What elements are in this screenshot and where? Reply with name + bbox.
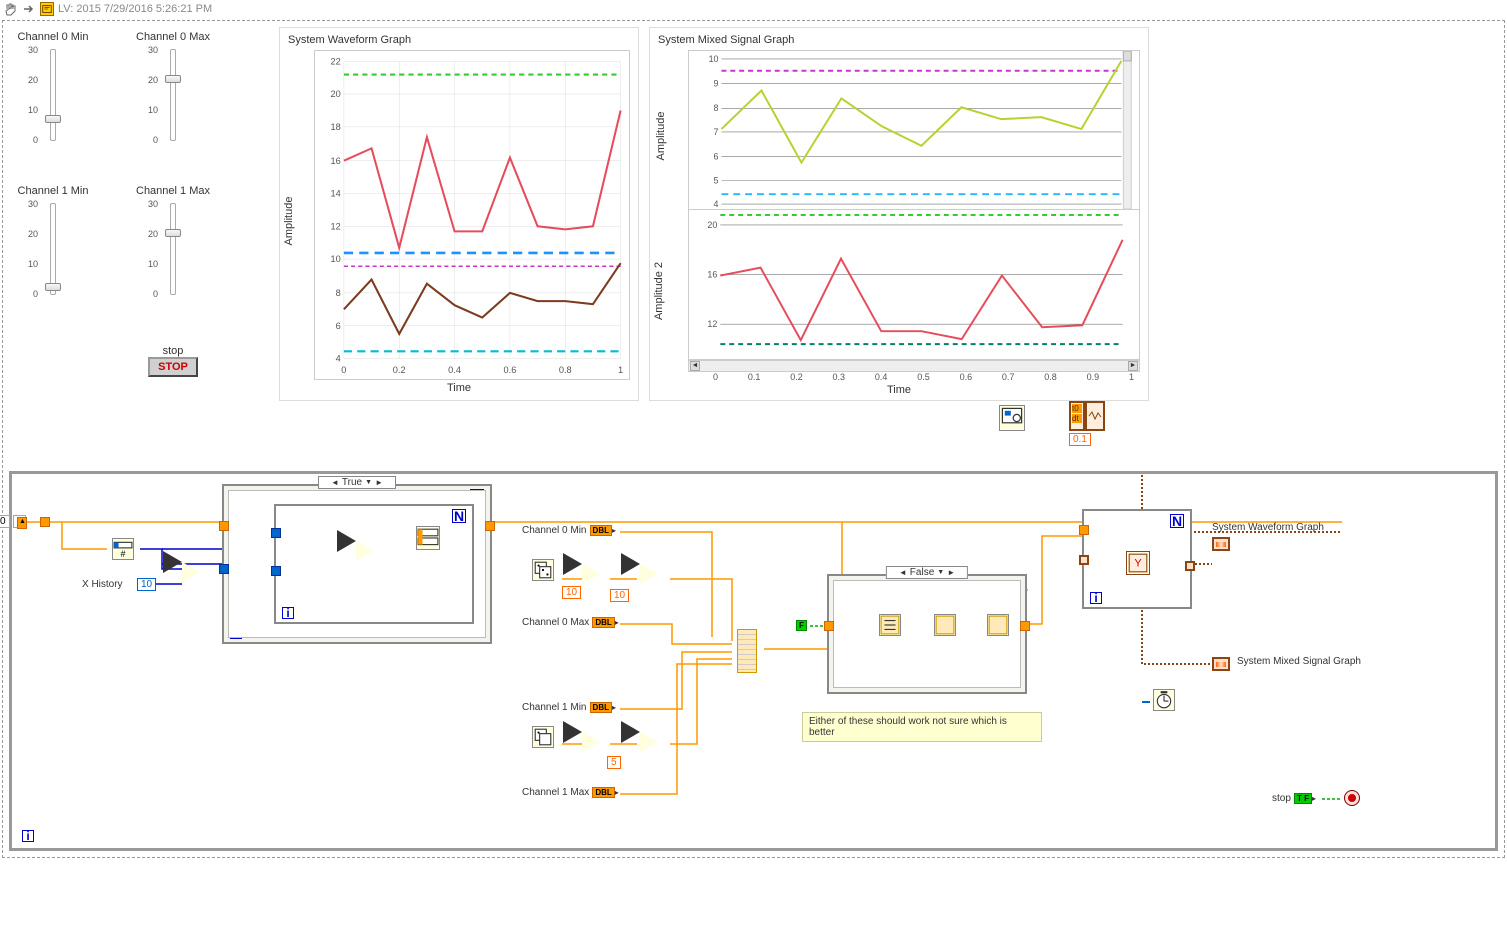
sliders-grid: Channel 0 Min 3020100 Channel 0 Max 3020… (9, 27, 269, 401)
window-title: LV: 2015 7/29/2016 5:26:21 PM (58, 3, 212, 15)
case-structure-false: ◄False▼► (827, 574, 1027, 694)
stop-button[interactable]: STOP (148, 357, 198, 377)
svg-text:16: 16 (707, 270, 717, 280)
ch0-min-terminal: Channel 0 Min DBL▸ (522, 524, 616, 536)
svg-text:8: 8 (714, 103, 719, 113)
false-constant[interactable]: F (796, 619, 807, 631)
svg-text:0.8: 0.8 (559, 365, 572, 375)
svg-text:16: 16 (331, 156, 341, 166)
dice-icon-0 (532, 559, 554, 581)
case-selector-false[interactable]: ◄False▼► (886, 566, 968, 579)
build-waveform-inner: Y (1126, 551, 1150, 575)
svg-text:5: 5 (714, 175, 719, 185)
wait-ms-node (1142, 689, 1175, 711)
svg-text:22: 22 (331, 56, 341, 66)
case-structure-true: ◄True▼► N i Ni (222, 484, 492, 644)
main-while-loop: Channel 0 Min 3020100 Channel 0 Max 3020… (2, 20, 1505, 858)
const-5[interactable]: 5 (607, 756, 621, 769)
ch1-max-terminal: Channel 1 Max DBL▸ (522, 786, 619, 798)
bundle-node-b (987, 614, 1009, 636)
mixed-bot-chart-svg: 20 16 12 (689, 210, 1139, 359)
title-bar: LV: 2015 7/29/2016 5:26:21 PM (0, 0, 1507, 18)
ch1-min-terminal: Channel 1 Min DBL▸ (522, 701, 616, 713)
inner-for-loop: Ni (274, 504, 474, 624)
svg-text:18: 18 (331, 122, 341, 132)
loop-condition-icon (1344, 790, 1360, 806)
array-size-node: # (112, 538, 134, 560)
svg-text:0: 0 (341, 365, 346, 375)
svg-text:0.2: 0.2 (393, 365, 406, 375)
bundle-node (737, 629, 757, 673)
build-waveform-node: t0 dt 0.1 (1069, 401, 1105, 446)
svg-text:1: 1 (618, 365, 623, 375)
svg-text:20: 20 (707, 220, 717, 230)
svg-text:Y: Y (1134, 557, 1142, 569)
while-loop-i-icon: i (22, 830, 34, 842)
svg-text:8: 8 (336, 288, 341, 298)
slider-ch0-min[interactable]: Channel 0 Min 3020100 (13, 31, 93, 165)
mixed-graph-terminal (1212, 657, 1230, 671)
mixed-top-chart-svg: 10 9 8 7 6 5 4 (689, 51, 1139, 209)
waveform-graph-label: System Waveform Graph (1212, 522, 1324, 533)
tick-count-node (999, 405, 1025, 431)
for-loop-right: Ni Y (1082, 509, 1192, 609)
unbundle-node-a (879, 614, 901, 636)
highlight-icon[interactable] (40, 2, 54, 16)
index-array-node (356, 541, 374, 561)
svg-text:4: 4 (714, 199, 719, 209)
case-selector-true[interactable]: ◄True▼► (318, 476, 396, 489)
hand-tool-icon[interactable] (4, 2, 18, 16)
waveform-graph: System Waveform Graph Amplitude 222018 (279, 27, 639, 401)
comment-label: Either of these should work not sure whi… (802, 712, 1042, 742)
waveform-chart-svg: 22 20 18 16 14 12 10 8 6 4 0 0.2 0.4 0.6 0.8 1 (315, 51, 629, 379)
slider-ch1-max[interactable]: Channel 1 Max 3020100 (133, 185, 213, 319)
x-history-const[interactable]: 10 (137, 578, 156, 591)
shift-register-right (17, 517, 27, 529)
svg-text:12: 12 (707, 319, 717, 329)
svg-text:10: 10 (331, 254, 341, 264)
svg-text:14: 14 (331, 189, 341, 199)
build-array-node (416, 526, 440, 550)
add-node-0: + (640, 564, 658, 584)
dice-icon-1 (532, 726, 554, 748)
init-const-0a: 0 (0, 515, 10, 528)
ch0-max-terminal: Channel 0 Max DBL▸ (522, 616, 619, 628)
slider-ch0-max[interactable]: Channel 0 Max 3020100 (133, 31, 213, 165)
block-diagram: 0 0 # X History 10 > ◄True▼► N i Ni (9, 471, 1498, 851)
mixed-graph-label: System Mixed Signal Graph (1237, 656, 1361, 667)
svg-text:#: # (121, 549, 126, 559)
multiply-node-1: × (582, 732, 600, 752)
svg-text:9: 9 (714, 79, 719, 89)
stop-terminal: stop T F▸ (1272, 792, 1316, 804)
const-10-b[interactable]: 10 (610, 589, 629, 602)
multiply-node-0: × (582, 564, 600, 584)
svg-text:4: 4 (336, 354, 341, 364)
mixed-signal-graph: System Mixed Signal Graph Amplitude 1098… (649, 27, 1149, 401)
add-node-1: + (640, 732, 658, 752)
x-history-label: X History (82, 579, 123, 590)
greater-than-node: > (182, 562, 200, 582)
svg-text:6: 6 (336, 321, 341, 331)
svg-text:12: 12 (331, 221, 341, 231)
waveform-graph-terminal (1212, 537, 1230, 551)
arrow-right-icon[interactable] (22, 2, 36, 16)
svg-text:20: 20 (331, 89, 341, 99)
shift-register-left (40, 517, 50, 527)
stop-control: stop STOP (133, 345, 213, 397)
mixed-graph-scrollbar[interactable]: ◄► (688, 360, 1140, 372)
svg-text:0.6: 0.6 (504, 365, 517, 375)
unbundle-node-b (934, 614, 956, 636)
slider-ch1-min[interactable]: Channel 1 Min 3020100 (13, 185, 93, 319)
svg-text:7: 7 (714, 127, 719, 137)
svg-text:10: 10 (709, 54, 719, 64)
svg-text:0.4: 0.4 (448, 365, 461, 375)
svg-text:6: 6 (714, 152, 719, 162)
const-10-a[interactable]: 10 (562, 586, 581, 599)
